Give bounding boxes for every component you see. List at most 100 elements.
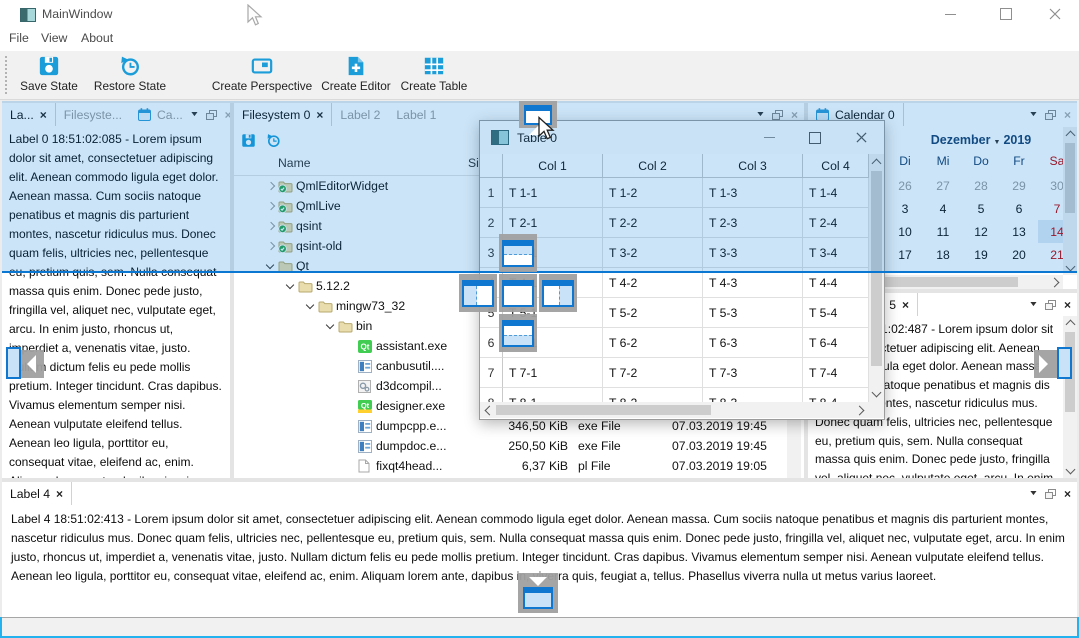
undock-icon[interactable] bbox=[1045, 489, 1056, 499]
minimize-icon bbox=[945, 14, 956, 15]
file-size: 6,37 KiB bbox=[464, 459, 568, 473]
close-button[interactable] bbox=[1032, 0, 1077, 28]
table-row: 8T 8-1T 8-2T 8-3T 8-4 bbox=[480, 388, 869, 402]
close-icon bbox=[1049, 8, 1061, 20]
save-icon bbox=[38, 55, 60, 77]
drop-indicator-center[interactable] bbox=[499, 274, 537, 312]
main-window: MainWindow File View About Save State bbox=[0, 0, 1079, 638]
tree-item[interactable]: dumpdoc.e... 250,50 KiB exe File 07.03.2019… bbox=[234, 436, 804, 456]
collapse-arrow-icon[interactable] bbox=[324, 319, 338, 333]
scroll-right-icon[interactable] bbox=[1050, 278, 1060, 288]
svg-text:Qt: Qt bbox=[361, 342, 370, 351]
tree-item-label: designer.exe bbox=[376, 399, 445, 413]
minimize-button[interactable] bbox=[928, 0, 973, 28]
file-icon bbox=[358, 459, 376, 473]
table-cell[interactable]: T 6-3 bbox=[703, 328, 803, 358]
scroll-left-icon[interactable] bbox=[485, 406, 495, 416]
file-icon bbox=[358, 380, 376, 393]
scroll-right-icon[interactable] bbox=[855, 406, 865, 416]
drop-indicator-top[interactable] bbox=[499, 234, 537, 272]
drop-indicator-right[interactable] bbox=[539, 274, 577, 312]
table-hscrollbar[interactable] bbox=[480, 402, 869, 418]
save-state-button[interactable]: Save State bbox=[12, 51, 86, 98]
close-tab-icon[interactable]: × bbox=[902, 299, 909, 311]
collapse-arrow-icon[interactable] bbox=[304, 299, 318, 313]
file-type: exe File bbox=[578, 419, 621, 433]
folder-icon bbox=[338, 320, 356, 333]
create-table-button[interactable]: Create Table bbox=[396, 51, 472, 98]
file-type: pl File bbox=[578, 459, 611, 473]
tree-item[interactable]: fixqt4head... 6,37 KiB pl File 07.03.2019 1… bbox=[234, 456, 804, 476]
menu-view[interactable]: View bbox=[41, 31, 67, 45]
undock-icon[interactable] bbox=[1045, 300, 1056, 310]
file-date: 07.03.2019 19:05 bbox=[672, 459, 767, 473]
close-tab-icon[interactable]: × bbox=[56, 488, 63, 500]
file-size: 250,50 KiB bbox=[464, 439, 568, 453]
table-cell[interactable]: T 6-4 bbox=[803, 328, 869, 358]
tree-item-label: 5.12.2 bbox=[316, 279, 350, 293]
create-perspective-button[interactable]: Create Perspective bbox=[208, 51, 316, 98]
scroll-up-icon[interactable] bbox=[1066, 320, 1076, 330]
ghost-cursor-icon bbox=[246, 4, 264, 28]
table-cell[interactable]: T 5-2 bbox=[603, 298, 703, 328]
arrow-down-icon bbox=[529, 577, 547, 586]
right-dock-preview bbox=[1057, 347, 1072, 379]
file-icon bbox=[358, 420, 376, 433]
tree-item-label: mingw73_32 bbox=[336, 299, 405, 313]
file-icon bbox=[358, 440, 376, 453]
table-cell[interactable]: T 6-2 bbox=[603, 328, 703, 358]
collapse-arrow-icon[interactable] bbox=[284, 279, 298, 293]
table-cell[interactable]: T 5-3 bbox=[703, 298, 803, 328]
tab-label-4[interactable]: Label 4 × bbox=[2, 482, 72, 505]
mouse-cursor-icon bbox=[536, 116, 555, 142]
table-row: 7T 7-1T 7-2T 7-3T 7-4 bbox=[480, 358, 869, 388]
maximize-button[interactable] bbox=[983, 0, 1028, 28]
label5-scrollbar[interactable] bbox=[1063, 316, 1077, 478]
toolbar-handle[interactable] bbox=[5, 56, 10, 94]
tree-item-label: dumpdoc.e... bbox=[376, 439, 446, 453]
table-cell[interactable]: T 8-3 bbox=[703, 388, 803, 402]
tab-list-menu-icon[interactable]: ▼ bbox=[1028, 490, 1038, 497]
table-cell[interactable]: T 8-2 bbox=[603, 388, 703, 402]
drop-indicator-bottom[interactable] bbox=[499, 314, 537, 352]
drop-indicator-left[interactable] bbox=[459, 274, 497, 312]
table-cell[interactable]: T 7-2 bbox=[603, 358, 703, 388]
menu-about[interactable]: About bbox=[81, 31, 113, 45]
table-row-header[interactable]: 8 bbox=[480, 388, 503, 402]
titlebar[interactable]: MainWindow bbox=[0, 0, 1079, 28]
toolbar: Save State Restore State test1 ▼ Create … bbox=[0, 51, 1079, 100]
menu-file[interactable]: File bbox=[9, 31, 29, 45]
scroll-down-icon[interactable] bbox=[1066, 465, 1076, 475]
scrollbar-corner bbox=[869, 402, 884, 418]
table-cell[interactable]: T 8-4 bbox=[803, 388, 869, 402]
table-cell[interactable]: T 7-3 bbox=[703, 358, 803, 388]
statusbar bbox=[2, 617, 1077, 636]
tree-item-label: canbusutil.... bbox=[376, 359, 444, 373]
table-cell[interactable]: T 5-4 bbox=[803, 298, 869, 328]
tree-item-label: fixqt4head... bbox=[376, 459, 442, 473]
close-panel-icon[interactable]: × bbox=[1064, 299, 1071, 311]
maximize-icon bbox=[1000, 8, 1012, 20]
table-cell[interactable]: T 7-4 bbox=[803, 358, 869, 388]
file-date: 07.03.2019 19:45 bbox=[672, 419, 767, 433]
file-type: exe File bbox=[578, 439, 621, 453]
create-editor-button[interactable]: Create Editor bbox=[318, 51, 394, 98]
table-cell[interactable]: T 7-1 bbox=[503, 358, 603, 388]
scroll-down-icon[interactable] bbox=[872, 388, 882, 398]
close-panel-icon[interactable]: × bbox=[1064, 488, 1071, 500]
file-icon: Qt bbox=[358, 340, 376, 353]
table-row-header[interactable]: 7 bbox=[480, 358, 503, 388]
tab-list-menu-icon[interactable]: ▼ bbox=[1028, 301, 1038, 308]
table-cell[interactable]: T 8-1 bbox=[503, 388, 603, 402]
restore-icon bbox=[119, 55, 141, 77]
edge-drop-indicator-right[interactable] bbox=[1034, 350, 1058, 378]
perspective-icon bbox=[251, 55, 273, 77]
file-date: 07.03.2019 19:45 bbox=[672, 439, 767, 453]
edge-drop-indicator-left[interactable] bbox=[20, 350, 44, 378]
restore-state-button[interactable]: Restore State bbox=[88, 51, 172, 98]
table-row: 6T 6-1T 6-2T 6-3T 6-4 bbox=[480, 328, 869, 358]
svg-text:Qt: Qt bbox=[361, 401, 370, 410]
window-title: MainWindow bbox=[42, 7, 112, 21]
label4-tabbar: Label 4 × ▼ × bbox=[2, 482, 1077, 505]
folder-icon bbox=[298, 280, 316, 293]
